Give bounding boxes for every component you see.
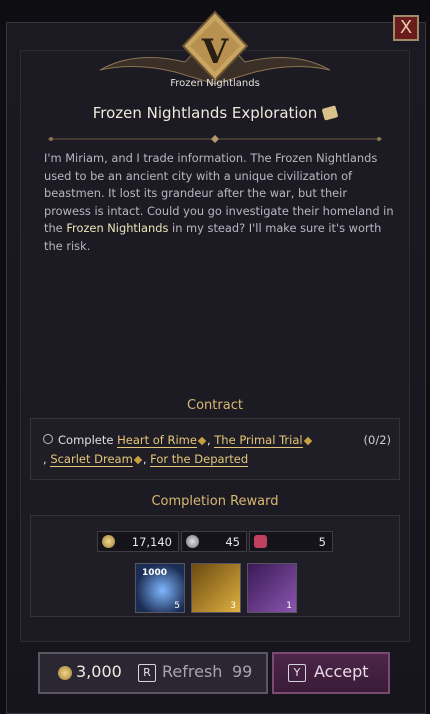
gold-coin-icon (58, 666, 72, 680)
refresh-label: Refresh (162, 662, 223, 681)
refresh-cost: 3,000 (76, 662, 122, 681)
reward-item-treasure-chest[interactable]: 1 (247, 563, 297, 613)
quest-link-heart-of-rime[interactable]: Heart of Rime (117, 433, 197, 448)
gem-icon (133, 455, 143, 465)
refresh-button[interactable]: 3,000 R Refresh 99 (38, 652, 268, 694)
reward-silver: 45 (181, 531, 247, 552)
contract-header: Contract (187, 398, 243, 413)
contract-objective: Complete Heart of Rime, The Primal Trial… (43, 431, 313, 469)
refresh-key-hint: R (138, 664, 156, 682)
accept-button[interactable]: Y Accept (272, 652, 390, 694)
reward-silver-value: 45 (225, 535, 240, 549)
reward-gold-value: 17,140 (131, 535, 172, 549)
region-name: Frozen Nightlands (170, 78, 260, 89)
silver-coin-icon (186, 535, 199, 548)
objective-circle-icon (43, 434, 53, 444)
quest-link-primal-trial[interactable]: The Primal Trial (214, 433, 303, 448)
objective-prefix: Complete (58, 433, 114, 447)
reward-item-spirit-orb[interactable]: 1000 5 (135, 563, 185, 613)
gem-icon (303, 436, 312, 446)
gold-coin-icon (102, 535, 115, 548)
accept-key-hint: Y (288, 664, 306, 682)
reward-header: Completion Reward (151, 494, 279, 509)
item-qty: 5 (174, 601, 180, 611)
reward-panel: 17,140 45 5 1000 5 3 1 (30, 515, 400, 617)
footer-bar: 3,000 R Refresh 99 Y Accept (0, 648, 430, 698)
contract-progress: (0/2) (363, 433, 391, 447)
reward-heart-value: 5 (318, 535, 326, 549)
desc-highlight: Frozen Nightlands (66, 221, 169, 235)
quest-link-scarlet-dream[interactable]: Scarlet Dream (50, 452, 133, 467)
close-button[interactable]: X (393, 15, 419, 41)
quest-link-for-the-departed[interactable]: For the Departed (150, 452, 249, 467)
reward-item-scroll[interactable]: 3 (191, 563, 241, 613)
gem-icon (197, 436, 207, 446)
item-tag: 1000 (142, 568, 168, 578)
reward-heart: 5 (249, 531, 333, 552)
item-qty: 1 (286, 601, 292, 611)
quest-description: I'm Miriam, and I trade information. The… (44, 150, 394, 255)
accept-label: Accept (314, 662, 369, 681)
scroll-icon (321, 105, 339, 121)
title-divider (48, 135, 382, 143)
heart-icon (254, 535, 267, 548)
contract-panel: Complete Heart of Rime, The Primal Trial… (30, 418, 400, 480)
region-letter: V (201, 32, 229, 72)
reward-gold: 17,140 (97, 531, 179, 552)
quest-title: Frozen Nightlands Exploration (0, 104, 430, 122)
quest-title-text: Frozen Nightlands Exploration (92, 104, 318, 122)
refresh-count: 99 (232, 662, 253, 681)
item-qty: 3 (230, 601, 236, 611)
